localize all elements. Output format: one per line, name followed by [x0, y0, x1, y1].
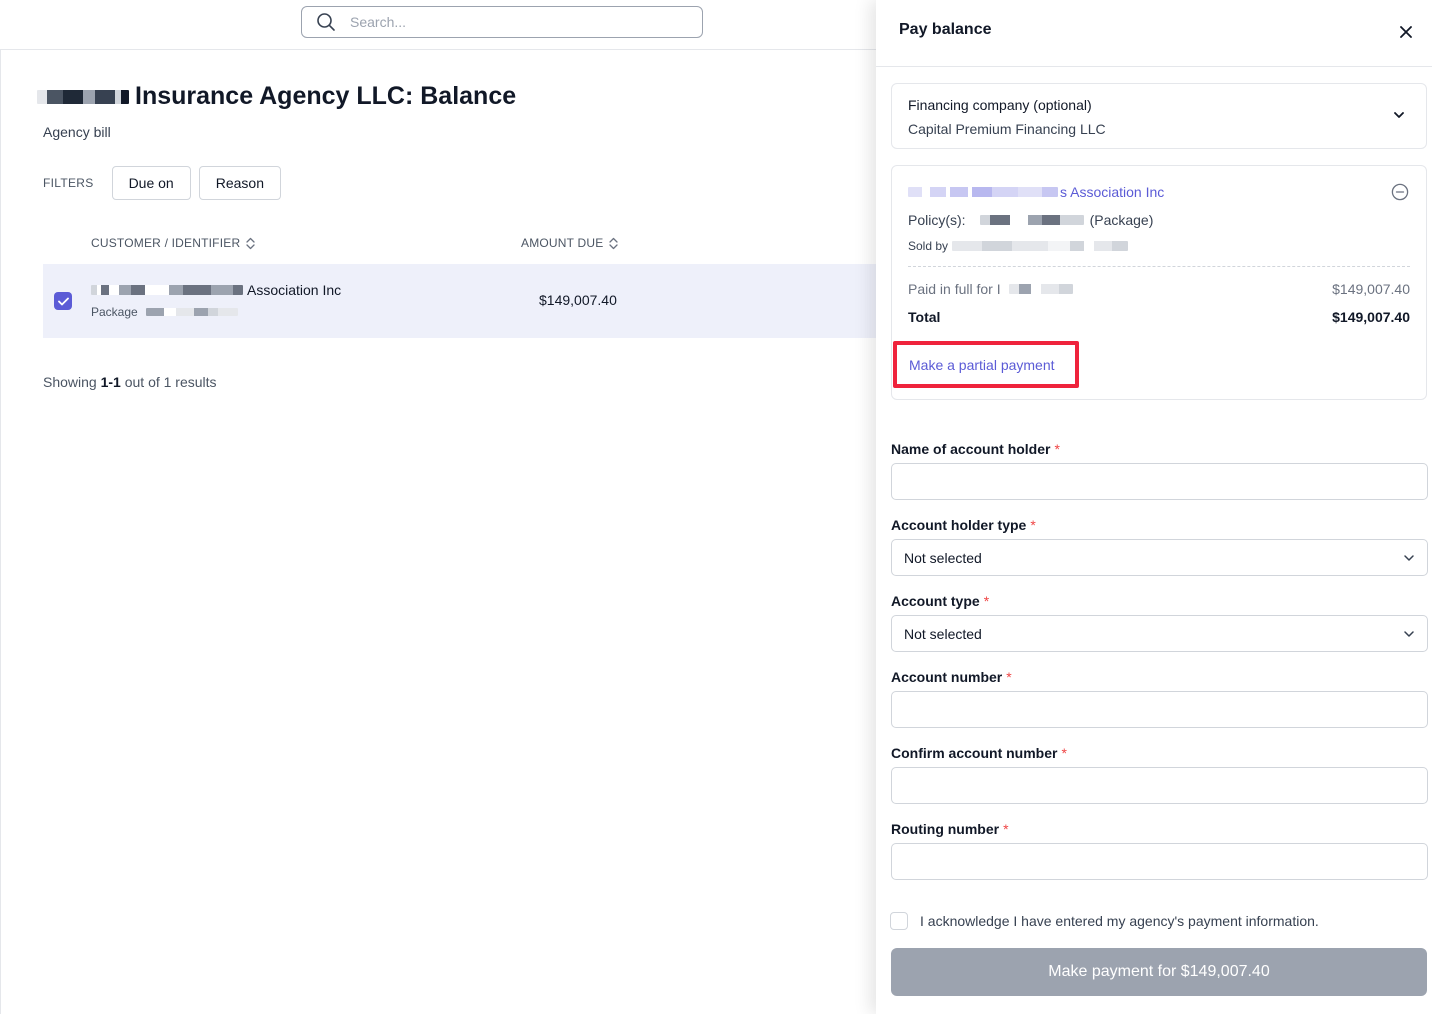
page-title: Insurance Agency LLC: Balance — [37, 82, 516, 111]
sort-icon — [246, 237, 255, 249]
redacted-paid-detail — [1008, 284, 1073, 294]
account-number-label-text: Account number — [891, 669, 1003, 685]
account-holder-type-label: Account holder type * — [891, 517, 1036, 533]
account-holder-name-label-text: Name of account holder — [891, 441, 1051, 457]
results-range: 1-1 — [100, 374, 121, 390]
required-mark: * — [1030, 517, 1036, 533]
filter-due-on-button[interactable]: Due on — [111, 166, 191, 200]
identifier-text: Package — [91, 305, 138, 319]
make-partial-payment-link[interactable]: Make a partial payment — [909, 357, 1055, 373]
acknowledge-row: I acknowledge I have entered my agency's… — [890, 912, 1319, 930]
sold-by-line: Sold by — [908, 239, 1129, 253]
table-header: CUSTOMER / IDENTIFIER AMOUNT DUE — [43, 226, 877, 262]
customer-name-text: Association Inc — [247, 282, 342, 298]
sort-icon — [609, 237, 619, 249]
financing-company-select[interactable]: Financing company (optional) Capital Pre… — [891, 83, 1427, 149]
redacted-policy — [979, 215, 1084, 225]
total-label: Total — [908, 309, 941, 325]
confirm-account-number-label: Confirm account number * — [891, 745, 1067, 761]
page-subtitle: Agency bill — [43, 124, 111, 140]
pay-balance-drawer: Pay balance Financing company (optional)… — [876, 0, 1432, 1014]
total-amount: $149,007.40 — [1332, 309, 1410, 325]
account-type-label-text: Account type — [891, 593, 980, 609]
search-input[interactable] — [350, 14, 690, 30]
drawer-header: Pay balance — [876, 0, 1432, 67]
policy-line: Policy(s): (Package) — [908, 212, 1153, 228]
column-header-amount-label: AMOUNT DUE — [521, 236, 604, 250]
redacted-agency-name — [37, 89, 129, 104]
policy-label: Policy(s): — [908, 212, 966, 228]
redacted-identifier — [145, 308, 238, 316]
required-mark: * — [1006, 669, 1012, 685]
account-holder-type-select[interactable]: Not selected — [891, 539, 1428, 576]
sold-by-label: Sold by — [908, 239, 949, 253]
column-header-customer[interactable]: CUSTOMER / IDENTIFIER — [91, 236, 255, 250]
search-icon — [317, 13, 335, 31]
financing-company-value: Capital Premium Financing LLC — [908, 121, 1106, 137]
customer-identifier: Package — [91, 305, 238, 319]
account-number-input[interactable] — [891, 691, 1428, 728]
required-mark: * — [983, 593, 990, 609]
close-button[interactable] — [1394, 20, 1418, 44]
card-customer-link[interactable]: s Association Inc — [908, 184, 1164, 200]
account-number-label: Account number * — [891, 669, 1012, 685]
filters-bar: FILTERS Due on Reason — [43, 166, 289, 200]
account-holder-name-input[interactable] — [891, 463, 1428, 500]
results-prefix: Showing — [43, 374, 97, 390]
account-holder-name-label: Name of account holder * — [891, 441, 1060, 457]
account-type-select[interactable]: Not selected — [891, 615, 1428, 652]
row-checkbox[interactable] — [54, 292, 72, 310]
redacted-customer-name — [91, 285, 243, 295]
search-box[interactable] — [301, 6, 703, 38]
chevron-down-icon — [1394, 112, 1404, 118]
drawer-title: Pay balance — [899, 21, 992, 38]
chevron-down-icon — [1404, 631, 1414, 637]
divider — [908, 266, 1410, 267]
routing-number-label-text: Routing number — [891, 821, 1000, 837]
results-suffix: out of 1 results — [124, 374, 217, 390]
required-mark: * — [1003, 821, 1009, 837]
column-header-amount[interactable]: AMOUNT DUE — [521, 236, 619, 250]
policy-type: (Package) — [1089, 212, 1154, 228]
paid-in-full-label: Paid in full for I — [908, 281, 1073, 297]
make-payment-button[interactable]: Make payment for $149,007.40 — [891, 948, 1427, 996]
redacted-seller — [952, 241, 1129, 251]
financing-company-label: Financing company (optional) — [908, 97, 1092, 113]
paid-amount: $149,007.40 — [1332, 281, 1410, 297]
top-bar — [0, 0, 876, 50]
confirm-account-number-input[interactable] — [891, 767, 1428, 804]
account-type-label: Account type * — [891, 593, 989, 609]
column-header-customer-label: CUSTOMER / IDENTIFIER — [91, 236, 241, 250]
amount-due: $149,007.40 — [539, 292, 617, 308]
results-count: Showing 1-1 out of 1 results — [43, 374, 217, 390]
remove-circle-icon[interactable] — [1391, 183, 1409, 201]
account-holder-type-label-text: Account holder type — [891, 517, 1027, 533]
redacted-customer-name — [908, 187, 1058, 197]
chevron-down-icon — [1404, 555, 1414, 561]
table-row[interactable]: Association Inc Package $149,007.40 — [43, 264, 877, 338]
card-customer-name: s Association Inc — [1060, 184, 1165, 200]
page-title-text: Insurance Agency LLC: Balance — [135, 82, 517, 110]
required-mark: * — [1061, 745, 1067, 761]
acknowledge-text: I acknowledge I have entered my agency's… — [920, 913, 1319, 929]
paid-label-text: Paid in full for I — [908, 281, 1001, 297]
confirm-account-number-label-text: Confirm account number — [891, 745, 1058, 761]
check-icon — [57, 297, 69, 305]
routing-number-input[interactable] — [891, 843, 1428, 880]
partial-payment-highlight: Make a partial payment — [893, 341, 1079, 388]
filters-label: FILTERS — [43, 176, 94, 190]
customer-name: Association Inc — [91, 282, 341, 298]
main-content: Insurance Agency LLC: Balance Agency bil… — [0, 50, 877, 1014]
close-icon — [1400, 26, 1412, 38]
required-mark: * — [1054, 441, 1060, 457]
customer-payment-card: s Association Inc Policy(s): (Package) S… — [891, 165, 1427, 400]
routing-number-label: Routing number * — [891, 821, 1009, 837]
filter-reason-button[interactable]: Reason — [198, 166, 281, 200]
acknowledge-checkbox[interactable] — [890, 912, 908, 930]
account-holder-type-value: Not selected — [904, 549, 982, 566]
account-type-value: Not selected — [904, 625, 982, 642]
